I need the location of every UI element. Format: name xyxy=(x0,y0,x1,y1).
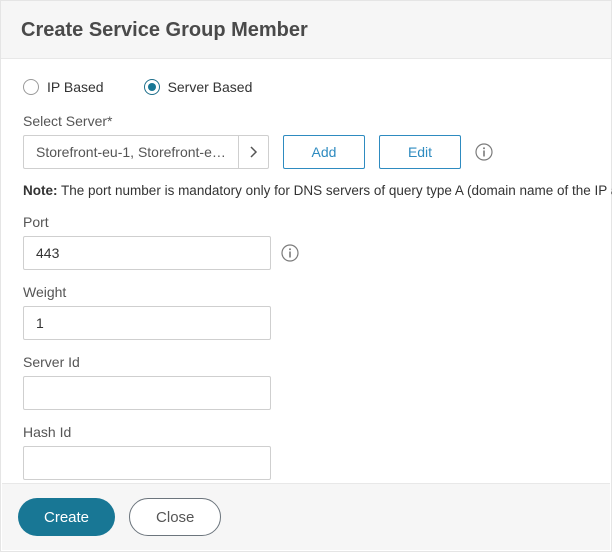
note-text: Note: The port number is mandatory only … xyxy=(23,183,589,198)
info-icon[interactable] xyxy=(475,143,493,161)
radio-ip-label: IP Based xyxy=(47,79,104,95)
server-id-input[interactable] xyxy=(23,376,271,410)
chevron-right-icon[interactable] xyxy=(238,136,268,168)
weight-label: Weight xyxy=(23,284,589,300)
port-input[interactable] xyxy=(23,236,271,270)
info-icon[interactable] xyxy=(281,244,299,262)
note-message: The port number is mandatory only for DN… xyxy=(61,183,612,198)
port-label: Port xyxy=(23,214,589,230)
radio-server-label: Server Based xyxy=(168,79,253,95)
add-button[interactable]: Add xyxy=(283,135,365,169)
edit-button[interactable]: Edit xyxy=(379,135,461,169)
hash-id-label: Hash Id xyxy=(23,424,589,440)
dialog-header: Create Service Group Member xyxy=(1,1,611,59)
create-button[interactable]: Create xyxy=(18,498,115,536)
dialog-footer: Create Close xyxy=(2,483,610,550)
dialog-body: IP Based Server Based Select Server* Sto… xyxy=(1,59,611,520)
select-server-label: Select Server* xyxy=(23,113,589,129)
radio-circle-icon xyxy=(144,79,160,95)
close-button[interactable]: Close xyxy=(129,498,221,536)
select-server-value: Storefront-eu-1, Storefront-eu-2 xyxy=(24,144,238,160)
radio-server-based[interactable]: Server Based xyxy=(144,79,253,95)
radio-circle-icon xyxy=(23,79,39,95)
hash-id-input[interactable] xyxy=(23,446,271,480)
radio-ip-based[interactable]: IP Based xyxy=(23,79,104,95)
server-id-label: Server Id xyxy=(23,354,589,370)
select-server-combo[interactable]: Storefront-eu-1, Storefront-eu-2 xyxy=(23,135,269,169)
weight-input[interactable] xyxy=(23,306,271,340)
dialog-title: Create Service Group Member xyxy=(21,19,591,42)
note-prefix: Note: xyxy=(23,183,58,198)
mode-radio-group: IP Based Server Based xyxy=(23,79,589,95)
